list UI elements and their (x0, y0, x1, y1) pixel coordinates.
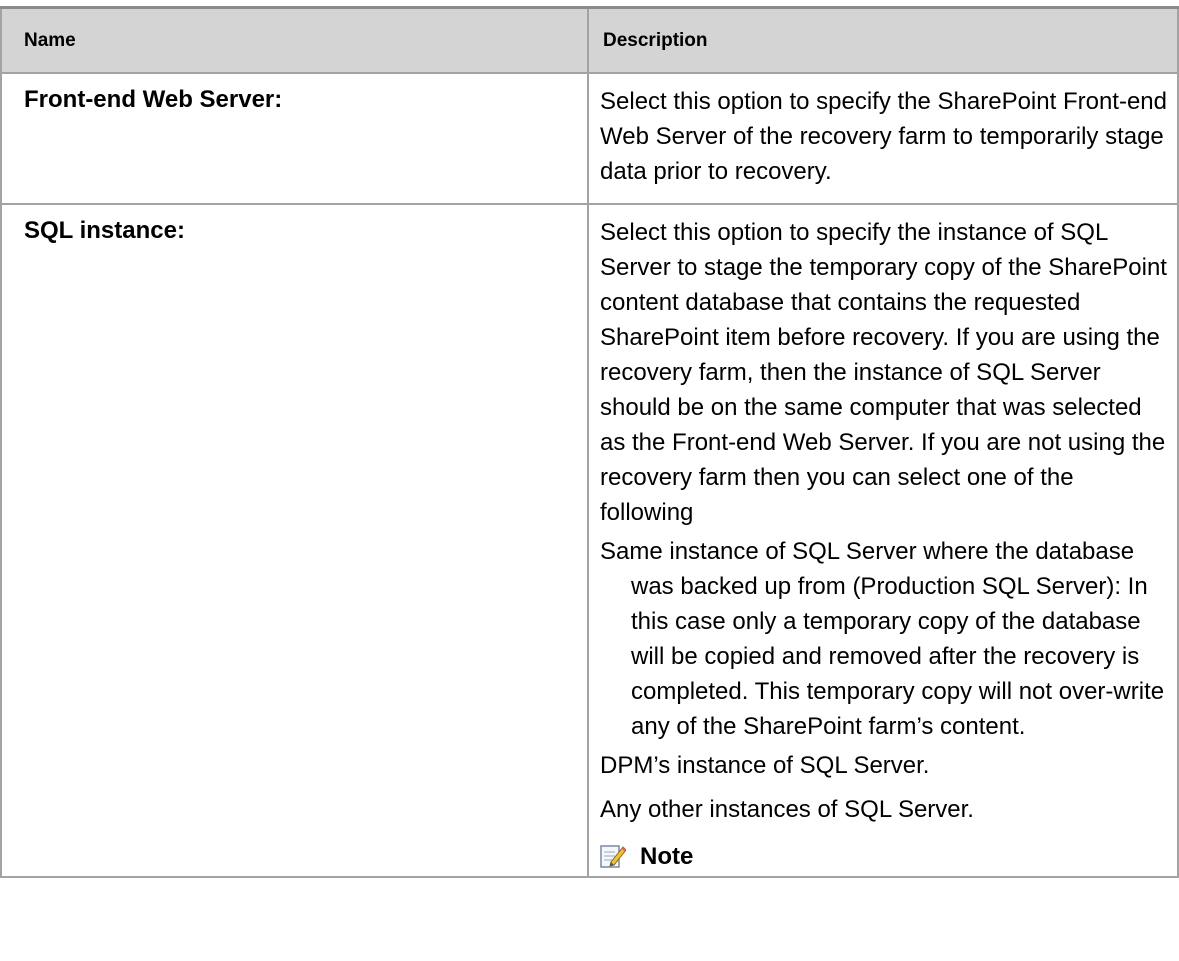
row-description-front-end-web-server: Select this option to specify the ShareP… (587, 72, 1179, 205)
header-name: Name (0, 6, 589, 74)
options-table: Name Description Front-end Web Server: S… (0, 6, 1179, 878)
row-name-front-end-web-server: Front-end Web Server: (0, 72, 589, 205)
note-heading: Note (600, 836, 1169, 876)
note-label: Note (640, 842, 694, 870)
option-dpm-instance: DPM’s instance of SQL Server. (600, 752, 930, 779)
row-name-sql-instance: SQL instance: (0, 203, 589, 878)
table-row: Front-end Web Server: Select this option… (0, 72, 1179, 205)
description-intro: Select this option to specify the instan… (600, 219, 1167, 526)
table-header-row: Name Description (0, 6, 1179, 74)
description-text: Select this option to specify the ShareP… (600, 88, 1167, 185)
header-description: Description (587, 6, 1179, 74)
option-same-instance: Same instance of SQL Server where the da… (600, 538, 1165, 740)
table-row: SQL instance: Select this option to spec… (0, 203, 1179, 878)
option-other-instances: Any other instances of SQL Server. (600, 796, 974, 823)
note-pencil-icon (600, 843, 627, 869)
row-description-sql-instance: Select this option to specify the instan… (587, 203, 1179, 878)
